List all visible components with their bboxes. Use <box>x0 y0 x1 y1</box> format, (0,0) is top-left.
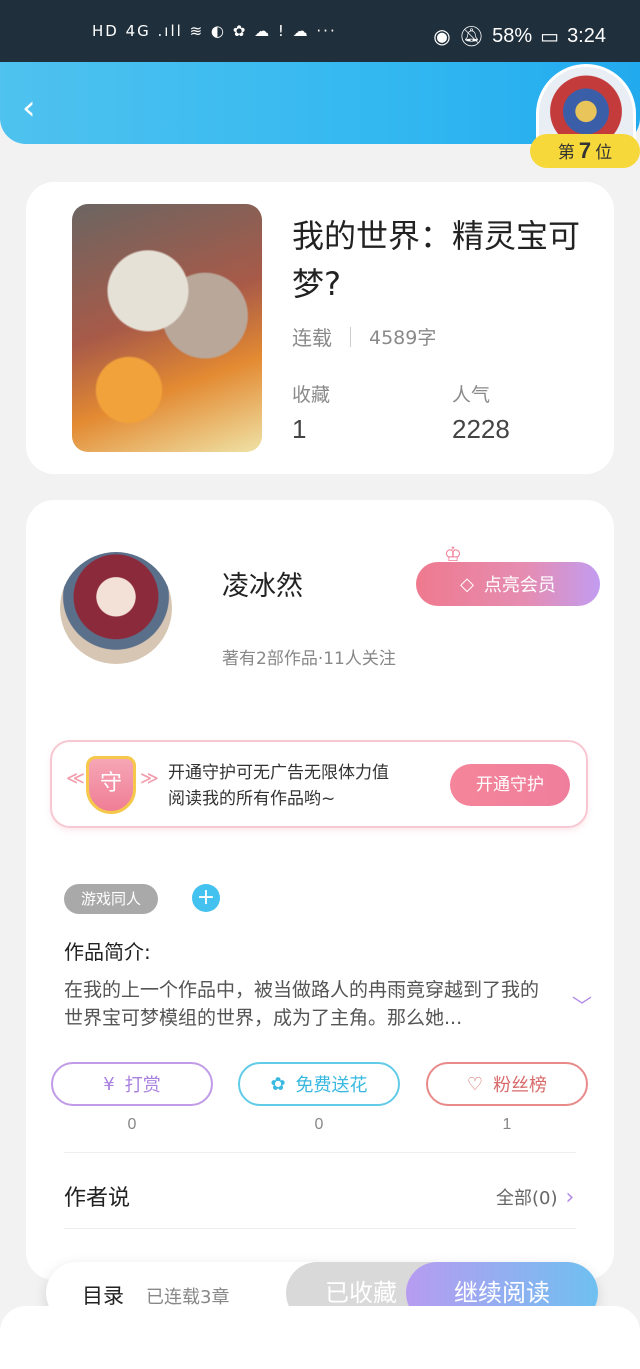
battery-percent: 58% <box>492 25 533 47</box>
guard-text-line2: 阅读我的所有作品哟~ <box>168 789 336 809</box>
clock: 3:24 <box>567 25 606 47</box>
rank-number: 7 <box>578 138 592 163</box>
divider <box>64 1152 576 1153</box>
fans-heart-icon: ♡ <box>466 1073 484 1095</box>
system-nav-bar <box>0 1306 640 1369</box>
author-avatar[interactable] <box>60 552 172 664</box>
intro-text: 在我的上一个作品中，被当做路人的冉雨竟穿越到了我的世界宝可梦模组的世界，成为了主… <box>64 979 540 1029</box>
guard-button[interactable]: 开通守护 <box>450 764 570 806</box>
fans-count: 1 <box>502 1116 512 1133</box>
rank-badge: 第7位 <box>530 134 640 168</box>
word-count: 4589字 <box>369 327 437 349</box>
flower-count: 0 <box>314 1116 324 1133</box>
book-meta: 连载 4589字 <box>292 322 436 351</box>
tip-label: 打赏 <box>124 1075 161 1096</box>
wing-left-icon: ≪ <box>66 768 85 789</box>
guard-text: 开通守护可无广告无限体力值 阅读我的所有作品哟~ <box>168 760 389 812</box>
popularity-value: 2228 <box>452 414 510 444</box>
send-flower-button[interactable]: ✿ 免费送花 <box>238 1062 400 1106</box>
back-chevron-icon[interactable]: ‹ <box>22 88 36 128</box>
intro-label: 作品简介: <box>64 940 151 964</box>
divider <box>64 1228 576 1229</box>
author-name[interactable]: 凌冰然 <box>222 564 303 603</box>
favorites-label: 收藏 <box>292 384 331 406</box>
book-status: 连载 <box>292 326 332 350</box>
add-tag-icon[interactable]: + <box>192 884 220 912</box>
author-subtitle: 著有2部作品·11人关注 <box>222 649 396 669</box>
author-says-all-link[interactable]: 全部(0) › <box>496 1184 574 1210</box>
wing-right-icon: ≫ <box>140 768 159 789</box>
chevron-right-icon: › <box>565 1184 575 1210</box>
tag-game-fanfic[interactable]: 游戏同人 <box>64 884 158 914</box>
flower-icon: ✿ <box>270 1073 286 1095</box>
fans-rank-label: 粉丝榜 <box>493 1075 548 1096</box>
eye-icon: ◉ <box>433 26 451 48</box>
book-cover-image[interactable] <box>72 204 262 452</box>
vip-button[interactable]: ◇ 点亮会员 <box>416 562 600 606</box>
status-right: ◉ 🔕︎ 58% ▭ 3:24 <box>433 24 606 49</box>
tip-button[interactable]: ¥ 打赏 <box>51 1062 213 1106</box>
diamond-icon: ◇ <box>460 573 474 595</box>
guard-text-line1: 开通守护可无广告无限体力值 <box>168 763 389 783</box>
author-says-all-text: 全部(0) <box>496 1188 558 1209</box>
expand-chevron-icon[interactable]: ﹀ <box>572 990 592 1019</box>
fans-rank-button[interactable]: ♡ 粉丝榜 <box>426 1062 588 1106</box>
meta-divider <box>350 326 351 347</box>
vip-button-label: 点亮会员 <box>483 575 556 596</box>
yen-coin-icon: ¥ <box>103 1073 115 1095</box>
send-flower-label: 免费送花 <box>295 1075 368 1096</box>
battery-icon: ▭ <box>540 26 560 48</box>
status-icons: HD 4G .ıll ≋ ◐ ✿ ☁ ! ☁ ··· <box>92 22 337 40</box>
mute-bell-icon: 🔕︎ <box>458 26 485 48</box>
rank-prefix: 第 <box>557 143 575 163</box>
status-bar: HD 4G .ıll ≋ ◐ ✿ ☁ ! ☁ ··· ◉ 🔕︎ 58% ▭ 3:… <box>0 0 640 62</box>
favorites-value: 1 <box>292 414 307 444</box>
popularity-label: 人气 <box>452 384 491 406</box>
tip-count: 0 <box>127 1116 137 1133</box>
shield-icon: 守 <box>86 756 136 814</box>
book-title: 我的世界：精灵宝可梦? <box>292 217 581 303</box>
rank-suffix: 位 <box>595 143 613 163</box>
author-card: 凌冰然 著有2部作品·11人关注 ♔ ◇ 点亮会员 ≪ 守 ≫ 开通守护可无广告… <box>26 500 614 1280</box>
book-info-card: 我的世界：精灵宝可梦? 连载 4589字 收藏 1 人气 2228 <box>26 182 614 474</box>
guard-banner: ≪ 守 ≫ 开通守护可无广告无限体力值 阅读我的所有作品哟~ 开通守护 <box>50 740 588 828</box>
author-says-label: 作者说 <box>64 1186 131 1211</box>
